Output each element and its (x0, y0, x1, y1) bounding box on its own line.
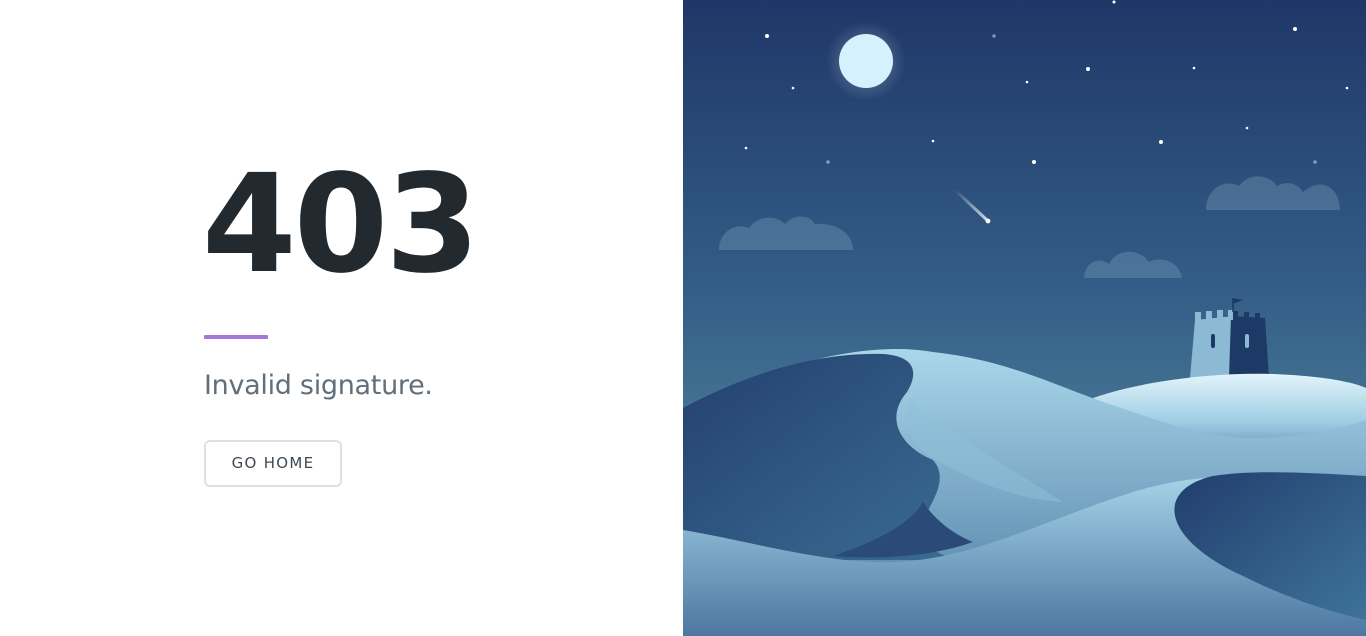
moon-icon (826, 21, 906, 101)
error-message: Invalid signature. (204, 370, 433, 401)
accent-divider (204, 335, 268, 339)
night-desert-illustration (683, 0, 1366, 636)
illustration-panel (683, 0, 1366, 636)
error-content: 403 Invalid signature. GO HOME (202, 146, 480, 487)
go-home-button[interactable]: GO HOME (204, 440, 342, 487)
error-page: 403 Invalid signature. GO HOME (0, 0, 1366, 636)
error-content-panel: 403 Invalid signature. GO HOME (0, 0, 683, 636)
error-code: 403 (202, 146, 480, 304)
